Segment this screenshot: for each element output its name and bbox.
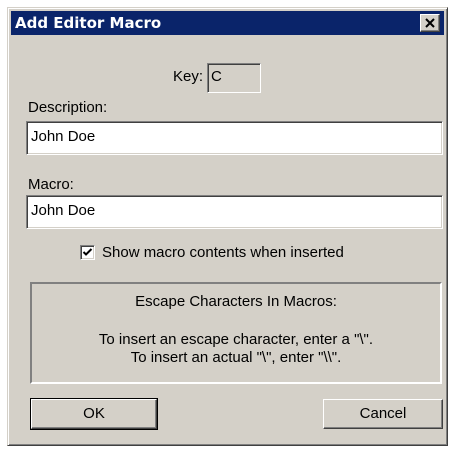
- escape-info-title: Escape Characters In Macros:: [135, 293, 337, 310]
- title-bar: Add Editor Macro: [11, 11, 444, 35]
- close-icon: [425, 18, 435, 28]
- escape-info-line-2: To insert an actual "\", enter "\\".: [130, 349, 342, 366]
- checkmark-icon: [82, 248, 93, 256]
- key-label: Key:: [173, 68, 204, 85]
- ok-button[interactable]: OK: [30, 398, 158, 430]
- cancel-button[interactable]: Cancel: [323, 399, 443, 429]
- add-editor-macro-dialog: Add Editor Macro Key: C Description: Joh…: [7, 7, 448, 446]
- macro-label: Macro:: [28, 176, 74, 193]
- macro-input[interactable]: John Doe: [26, 195, 443, 229]
- show-macro-contents-checkbox[interactable]: [80, 245, 95, 260]
- show-macro-contents-label[interactable]: Show macro contents when inserted: [102, 244, 344, 261]
- description-input[interactable]: John Doe: [26, 121, 443, 155]
- escape-characters-info: Escape Characters In Macros: To insert a…: [30, 282, 442, 384]
- key-field: C: [207, 63, 261, 93]
- escape-info-line-1: To insert an escape character, enter a "…: [98, 331, 374, 348]
- close-button[interactable]: [420, 14, 440, 32]
- description-label: Description:: [28, 99, 108, 116]
- dialog-title: Add Editor Macro: [15, 14, 162, 32]
